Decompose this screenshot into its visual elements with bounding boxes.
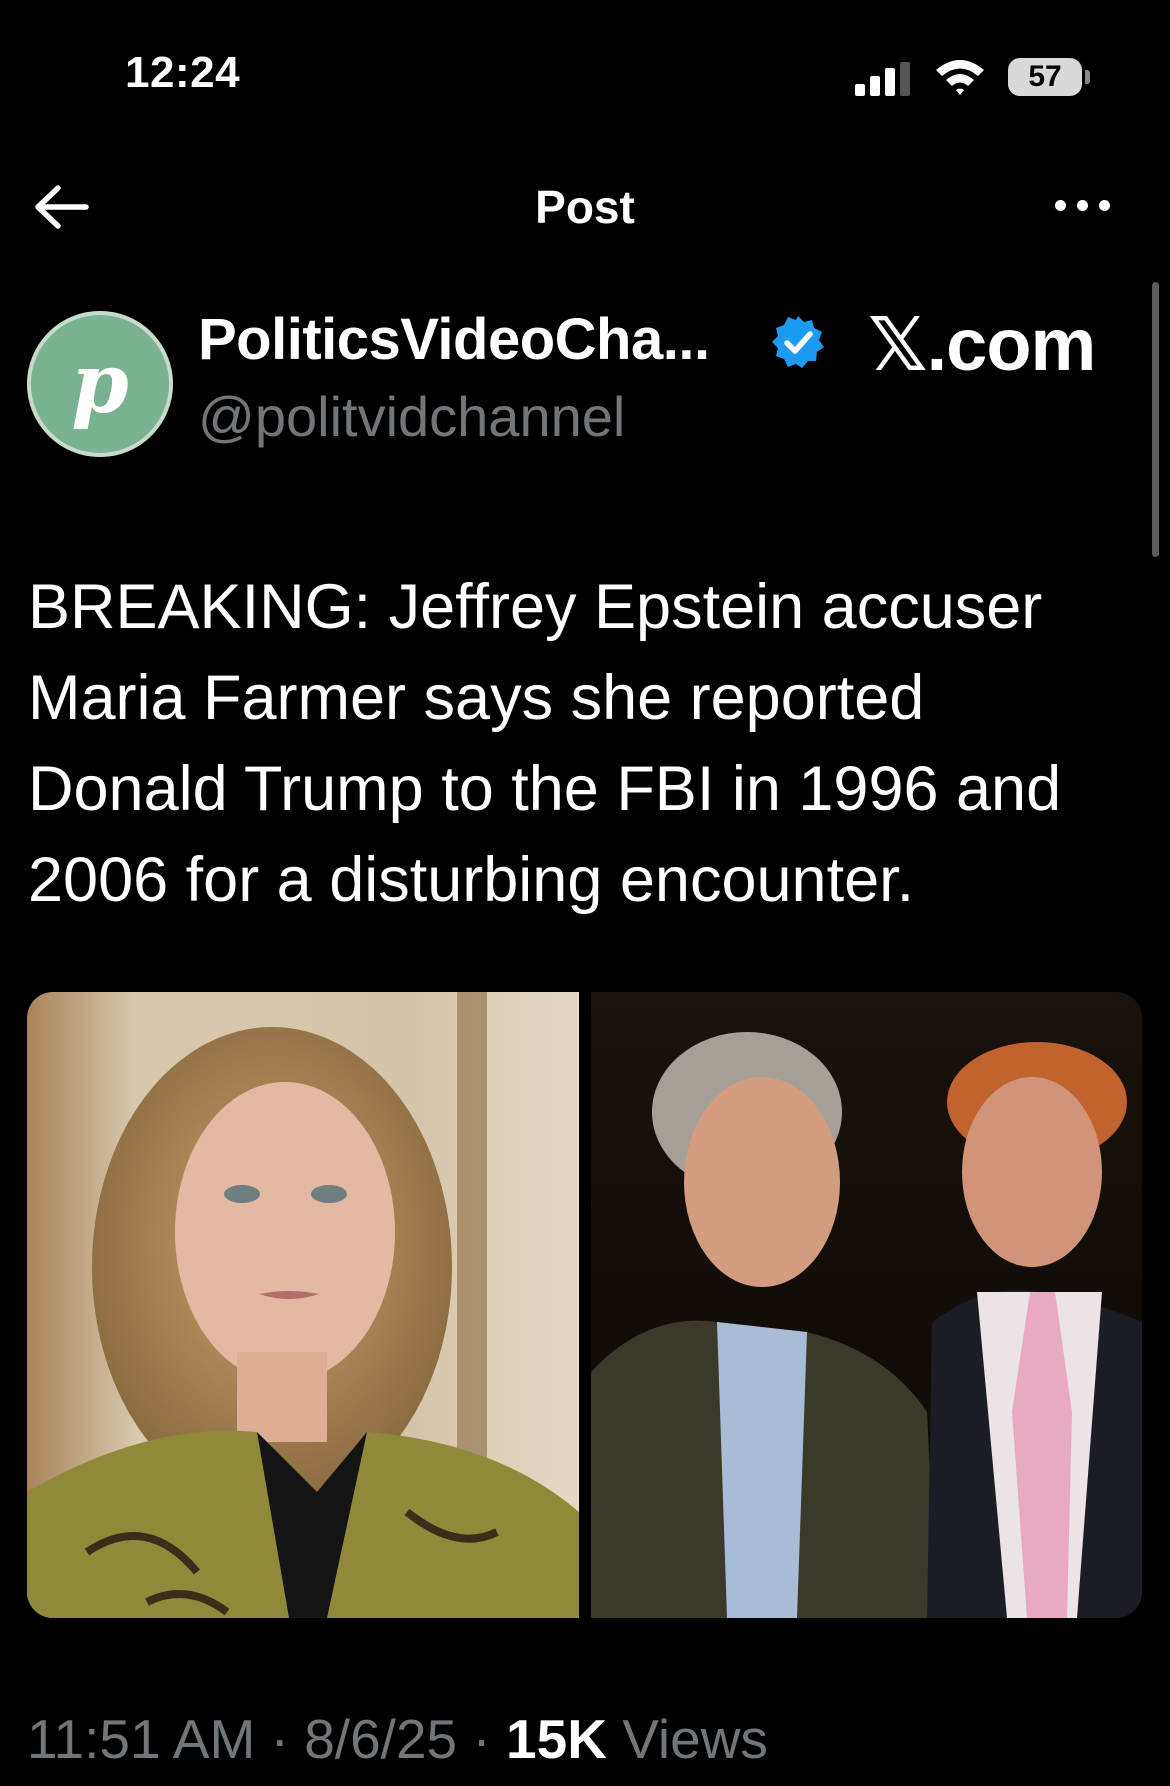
cellular-signal-icon	[855, 62, 913, 96]
battery-icon: 57	[1008, 58, 1082, 96]
verified-badge-icon[interactable]	[770, 314, 826, 370]
post-meta: 11:51 AM · 8/6/25 · 15K Views	[27, 1707, 768, 1771]
post-time: 11:51 AM	[27, 1708, 256, 1770]
post-text: BREAKING: Jeffrey Epstein accuser Maria …	[28, 572, 1062, 915]
status-time: 12:24	[125, 48, 241, 97]
meta-separator: ·	[457, 1708, 507, 1770]
avatar-letter: p	[71, 336, 129, 432]
media-photo-collage	[27, 992, 1142, 1618]
page-title: Post	[535, 181, 635, 233]
avatar[interactable]: p	[27, 311, 173, 457]
post-date: 8/6/25	[304, 1708, 458, 1770]
author-display-name[interactable]: PoliticsVideoCha...	[198, 306, 710, 373]
wifi-icon	[936, 60, 984, 95]
x-com-watermark: 𝕏.com	[868, 303, 1096, 386]
views-label: Views	[606, 1708, 768, 1770]
scrollbar[interactable]	[1152, 282, 1159, 557]
author-handle[interactable]: @politvidchannel	[198, 384, 625, 449]
post-media-image[interactable]	[27, 992, 1142, 1618]
more-options-icon[interactable]	[1055, 196, 1115, 216]
battery-tip	[1085, 70, 1090, 84]
left-photo	[27, 992, 579, 1618]
views-count[interactable]: 15K	[506, 1708, 607, 1770]
right-photo	[591, 992, 1142, 1618]
meta-separator: ·	[255, 1708, 305, 1770]
